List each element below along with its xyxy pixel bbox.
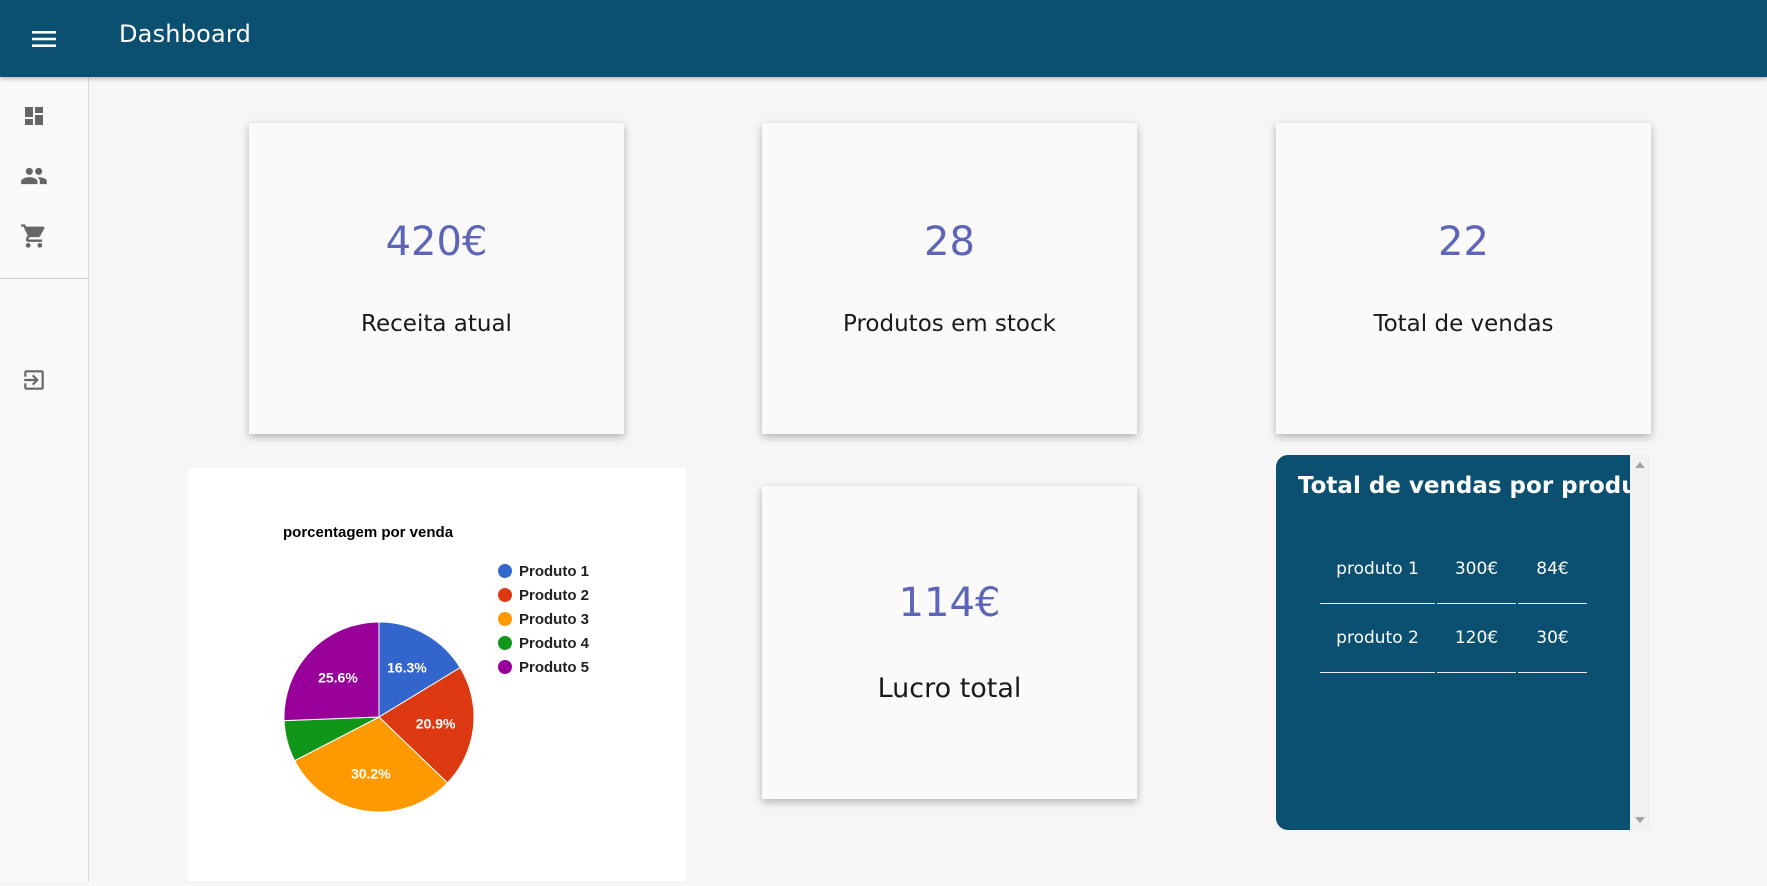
menu-icon [32,31,56,47]
legend-marker [498,588,512,602]
product-profit-cell: 84€ [1518,535,1587,604]
product-name-cell: produto 1 [1320,535,1435,604]
revenue-value: 420€ [385,219,488,265]
chart-title: porcentagem por venda [283,524,454,541]
sales-by-product-table: produto 1 300€ 84€ produto 2 120€ 30€ [1318,535,1589,673]
legend-label[interactable]: Produto 3 [519,611,589,628]
sales-by-product-title: Total de vendas por produto: [1298,473,1630,499]
profit-label: Lucro total [877,673,1022,704]
menu-button[interactable] [26,24,62,54]
legend-marker [498,660,512,674]
pie-chart: porcentagem por venda 16.3% 20.9% 30.2% 25.… [283,524,590,813]
sidebar-item-dashboard[interactable] [0,94,67,138]
page-title: Dashboard [119,20,252,48]
scroll-up-arrow[interactable] [1635,462,1645,468]
pie-slice-label: 30.2% [351,765,391,781]
sidebar-item-logout[interactable] [0,358,67,402]
legend-label[interactable]: Produto 2 [519,587,589,604]
profit-value: 114€ [898,580,1001,626]
pie-slice-label: 16.3% [387,659,427,675]
sales-value: 22 [1438,219,1489,265]
top-app-bar: Dashboard [0,0,1767,77]
sidebar-item-users[interactable] [0,154,67,198]
table-row: produto 2 120€ 30€ [1320,604,1587,673]
people-icon [20,167,47,185]
pie-chart-panel: porcentagem por venda 16.3% 20.9% 30.2% 25.… [188,468,686,881]
legend-label[interactable]: Produto 5 [519,659,589,676]
scroll-down-arrow[interactable] [1635,817,1645,823]
dashboard-icon [24,107,43,125]
product-sales-cell: 300€ [1437,535,1516,604]
logout-icon [23,370,44,390]
sales-card: 22 Total de vendas [1276,123,1651,434]
stock-card: 28 Produtos em stock [762,123,1137,434]
product-profit-cell: 30€ [1518,604,1587,673]
sidebar-item-cart[interactable] [0,214,67,258]
sidebar [0,77,89,881]
sidebar-divider [0,278,88,279]
revenue-card: 420€ Receita atual [249,123,624,434]
table-row: produto 1 300€ 84€ [1320,535,1587,604]
legend-marker [498,612,512,626]
legend-marker [498,564,512,578]
pie-slice-label: 25.6% [318,669,358,685]
cart-icon [20,224,45,248]
product-name-cell: produto 2 [1320,604,1435,673]
legend-label[interactable]: Produto 4 [519,635,590,652]
legend-marker [498,636,512,650]
sales-by-product-panel: Total de vendas por produto: produto 1 3… [1276,455,1630,830]
legend-label[interactable]: Produto 1 [519,563,589,580]
pie-slice-label: 20.9% [416,715,456,731]
stock-label: Produtos em stock [843,311,1056,337]
stock-value: 28 [924,219,975,265]
sales-label: Total de vendas [1373,311,1554,337]
product-sales-cell: 120€ [1437,604,1516,673]
revenue-label: Receita atual [361,311,512,337]
sales-panel-scrollbar[interactable] [1630,455,1650,830]
profit-card: 114€ Lucro total [762,486,1137,799]
